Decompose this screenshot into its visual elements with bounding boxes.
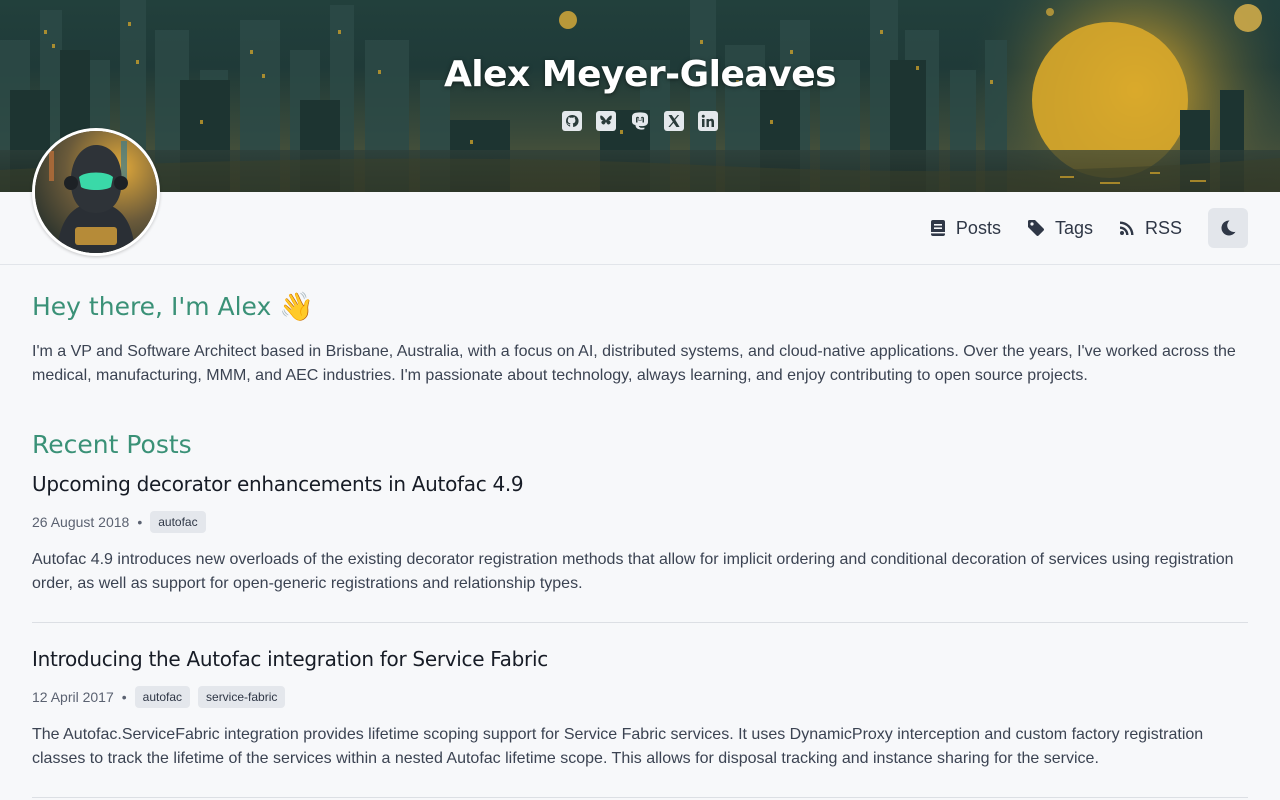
linkedin-icon[interactable] [697,110,719,132]
recent-posts-heading: Recent Posts [32,430,192,459]
nav-tags-label: Tags [1054,217,1093,238]
post-meta: 12 April 2017 • autofac service-fabric [32,685,1248,709]
waving-hand-emoji: 👋 [279,289,315,323]
nav-links: Posts Tags RSS [930,208,1248,248]
main-content: Hey there, I'm Alex 👋 I'm a VP and Softw… [32,286,1248,798]
post-title-link[interactable]: Upcoming decorator enhancements in Autof… [32,472,1248,496]
post-tag[interactable]: autofac [134,686,191,708]
city-skyline-illustration [0,0,1280,192]
meta-separator: • [121,689,127,705]
post-item: Introducing the Autofac integration for … [32,647,1248,798]
nav-tags-link[interactable]: Tags [1027,218,1093,239]
post-summary: Autofac 4.9 introduces new overloads of … [32,551,1234,592]
social-links [0,110,1280,132]
rss-icon [1119,221,1134,235]
tag-icon [1027,220,1044,236]
moon-icon [1221,220,1236,236]
post-date: 26 August 2018 [32,514,130,530]
post-item: Upcoming decorator enhancements in Autof… [32,472,1248,623]
book-icon [930,220,945,236]
header-banner: Alex Meyer-Gleaves [0,0,1280,192]
post-meta: 26 August 2018 • autofac [32,510,1248,534]
nav-posts-label: Posts [955,217,1001,238]
post-tag[interactable]: autofac [150,511,206,533]
post-summary: The Autofac.ServiceFabric integration pr… [32,726,1204,767]
nav-rss-link[interactable]: RSS [1119,218,1182,239]
avatar [32,128,160,256]
x-icon[interactable] [663,110,685,132]
bluesky-icon[interactable] [595,110,617,132]
post-tag[interactable]: service-fabric [198,686,286,708]
theme-toggle-button[interactable] [1208,208,1248,248]
intro-heading: Hey there, I'm Alex 👋 [32,286,1248,326]
nav-rss-label: RSS [1144,217,1182,238]
navigation-bar: Posts Tags RSS [0,192,1280,265]
meta-separator: • [137,514,143,530]
intro-heading-text: Hey there, I'm Alex [32,291,272,321]
post-date: 12 April 2017 [32,689,114,705]
github-icon[interactable] [561,110,583,132]
nav-posts-link[interactable]: Posts [930,218,1001,239]
post-title-link[interactable]: Introducing the Autofac integration for … [32,647,1248,671]
site-title: Alex Meyer-Gleaves [443,54,837,95]
intro-text: I'm a VP and Software Architect based in… [32,343,1236,384]
mastodon-icon[interactable] [629,110,651,132]
